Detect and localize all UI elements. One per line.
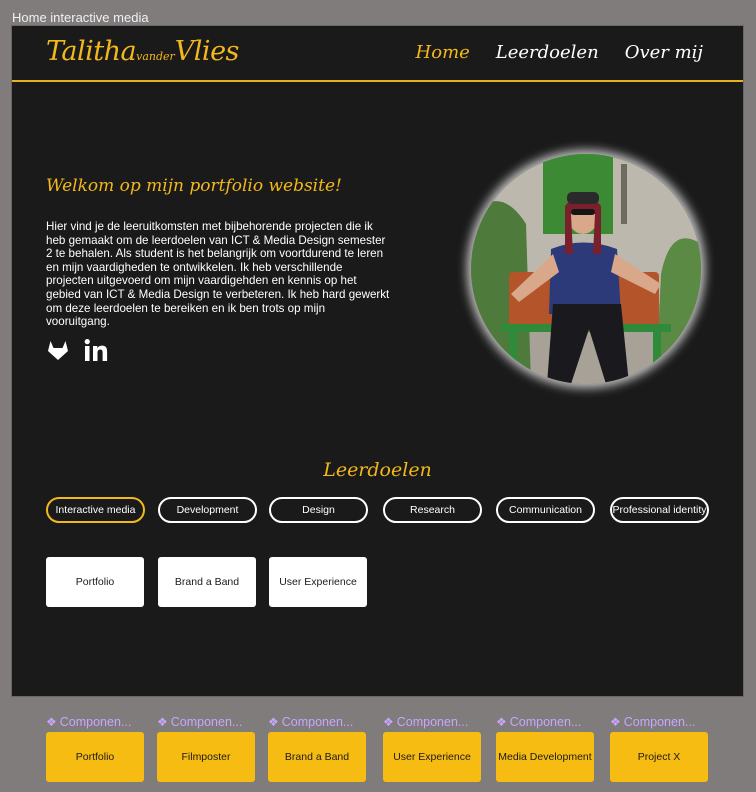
- nav-over-mij[interactable]: Over mij: [625, 42, 703, 63]
- tab-research[interactable]: Research: [383, 497, 482, 523]
- page-frame: TalithavanderVlies Home Leerdoelen Over …: [12, 26, 743, 696]
- gitlab-icon[interactable]: [46, 338, 70, 362]
- component-button-filmposter[interactable]: Filmposter: [157, 732, 255, 782]
- tab-professional-identity[interactable]: Professional identity: [610, 497, 709, 523]
- main-nav: Home Leerdoelen Over mij: [416, 42, 703, 63]
- component-brand-a-band: ❖ Componen... Brand a Band: [268, 714, 366, 782]
- component-button-user-experience[interactable]: User Experience: [383, 732, 481, 782]
- nav-leerdoelen[interactable]: Leerdoelen: [496, 42, 599, 63]
- component-label: ❖ Componen...: [157, 715, 243, 729]
- logo-last: Vlies: [174, 36, 240, 67]
- component-user-experience: ❖ Componen... User Experience: [383, 714, 481, 782]
- component-label: ❖ Componen...: [383, 715, 469, 729]
- component-label: ❖ Componen...: [268, 715, 354, 729]
- tab-development[interactable]: Development: [158, 497, 257, 523]
- tab-communication[interactable]: Communication: [496, 497, 595, 523]
- welcome-title: Welkom op mijn portfolio website!: [46, 176, 342, 196]
- component-filmposter: ❖ Componen... Filmposter: [157, 714, 255, 782]
- component-diamond-icon: ❖: [268, 715, 279, 729]
- frame-label: Home interactive media: [12, 10, 149, 25]
- component-media-development: ❖ Componen... Media Development: [496, 714, 594, 782]
- project-card-brand-a-band[interactable]: Brand a Band: [158, 557, 256, 607]
- component-diamond-icon: ❖: [610, 715, 621, 729]
- social-links: [46, 338, 108, 362]
- learning-goals-title: Leerdoelen: [323, 459, 432, 481]
- project-card-portfolio[interactable]: Portfolio: [46, 557, 144, 607]
- logo-middle: vander: [136, 50, 175, 63]
- component-button-portfolio[interactable]: Portfolio: [46, 732, 144, 782]
- linkedin-icon[interactable]: [84, 338, 108, 362]
- component-diamond-icon: ❖: [383, 715, 394, 729]
- component-portfolio: ❖ Componen... Portfolio: [46, 714, 144, 782]
- component-label: ❖ Componen...: [610, 715, 696, 729]
- component-button-project-x[interactable]: Project X: [610, 732, 708, 782]
- welcome-text: Hier vind je de leeruitkomsten met bijbe…: [46, 220, 390, 329]
- component-project-x: ❖ Componen... Project X: [610, 714, 708, 782]
- component-diamond-icon: ❖: [46, 715, 57, 729]
- component-button-brand-a-band[interactable]: Brand a Band: [268, 732, 366, 782]
- nav-home[interactable]: Home: [416, 42, 470, 63]
- component-diamond-icon: ❖: [496, 715, 507, 729]
- profile-photo-illustration: [471, 154, 701, 384]
- component-button-media-development[interactable]: Media Development: [496, 732, 594, 782]
- tab-interactive-media[interactable]: Interactive media: [46, 497, 145, 523]
- profile-photo: [471, 154, 701, 384]
- logo-first: Talitha: [46, 36, 137, 67]
- component-label: ❖ Componen...: [496, 715, 582, 729]
- navbar: TalithavanderVlies Home Leerdoelen Over …: [12, 26, 743, 82]
- logo[interactable]: TalithavanderVlies: [46, 36, 239, 67]
- component-label: ❖ Componen...: [46, 715, 132, 729]
- project-card-user-experience[interactable]: User Experience: [269, 557, 367, 607]
- tab-design[interactable]: Design: [269, 497, 368, 523]
- component-diamond-icon: ❖: [157, 715, 168, 729]
